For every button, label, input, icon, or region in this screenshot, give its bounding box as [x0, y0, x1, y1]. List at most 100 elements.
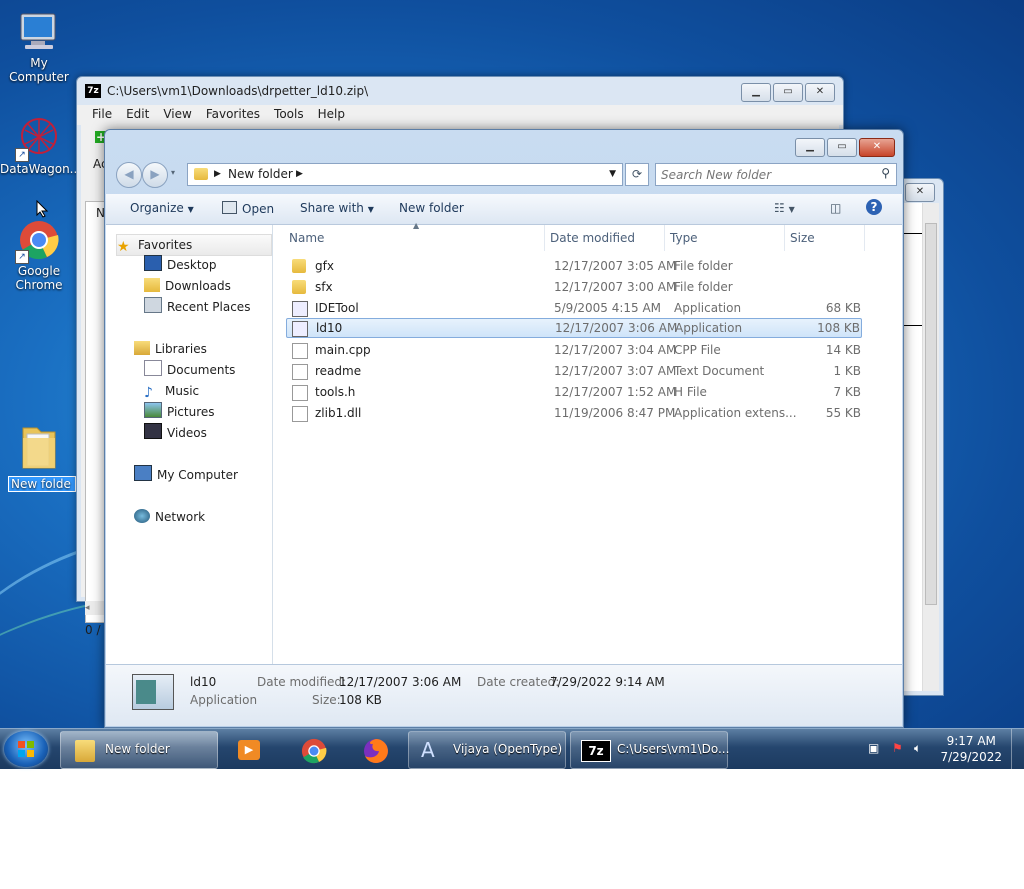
action-center-flag-icon[interactable]: ⚑: [892, 741, 906, 755]
column-divider[interactable]: [784, 225, 785, 251]
nav-libraries[interactable]: Libraries: [134, 339, 207, 359]
taskbar-button-sevenzip[interactable]: 7z C:\Users\vm1\Do...: [570, 731, 729, 769]
menu-file[interactable]: File: [85, 105, 119, 125]
taskbar-button-firefox[interactable]: [348, 731, 404, 769]
open-button[interactable]: Open: [222, 201, 274, 216]
column-header-date-modified[interactable]: Date modified: [550, 231, 635, 245]
show-desktop-button[interactable]: [1011, 729, 1024, 769]
share-with-button[interactable]: Share with ▼: [300, 201, 374, 215]
file-row-readme[interactable]: readme 12/17/2007 3:07 AM Text Document …: [287, 361, 861, 381]
nav-videos[interactable]: Videos: [144, 423, 207, 443]
desktop-icon: [144, 255, 162, 271]
minimize-button[interactable]: ▁: [795, 138, 825, 157]
file-name: ld10: [316, 321, 343, 335]
column-divider[interactable]: [864, 225, 865, 251]
file-row-gfx[interactable]: gfx 12/17/2007 3:05 AM File folder: [287, 256, 861, 276]
file-type: File folder: [674, 280, 733, 294]
file-row-idetool[interactable]: IDETool 5/9/2005 4:15 AM Application 68 …: [287, 298, 861, 318]
taskbar-button-media-player[interactable]: ▶: [222, 731, 278, 769]
new-folder-button[interactable]: New folder: [399, 201, 464, 215]
nav-my-computer[interactable]: My Computer: [134, 465, 238, 485]
document-icon: [292, 364, 308, 380]
shortcut-arrow-icon: ↗: [15, 148, 29, 162]
column-header-name[interactable]: Name: [289, 231, 324, 245]
file-row-sfx[interactable]: sfx 12/17/2007 3:00 AM File folder: [287, 277, 861, 297]
column-header-size[interactable]: Size: [790, 231, 815, 245]
nav-downloads[interactable]: Downloads: [144, 276, 231, 296]
nav-desktop[interactable]: Desktop: [144, 255, 217, 275]
menu-favorites[interactable]: Favorites: [199, 105, 267, 125]
document-area: [903, 203, 939, 691]
file-type: Application extens...: [674, 406, 797, 420]
taskbar-label: Vijaya (OpenType): [453, 742, 563, 756]
nav-network[interactable]: Network: [134, 507, 205, 527]
firefox-icon: [364, 739, 388, 763]
view-options-icon[interactable]: ☷ ▼: [774, 201, 795, 215]
breadcrumb[interactable]: New folder: [228, 164, 293, 185]
address-dropdown-icon[interactable]: ▼: [609, 164, 616, 185]
forward-button[interactable]: ▶: [142, 162, 168, 188]
share-with-label: Share with: [300, 201, 364, 215]
nav-favorites[interactable]: ★ Favorites: [116, 234, 272, 256]
close-button[interactable]: ✕: [805, 83, 835, 102]
file-date: 12/17/2007 3:05 AM: [554, 259, 677, 273]
breadcrumb-separator-icon[interactable]: ▶: [296, 164, 303, 185]
taskbar-button-vijaya[interactable]: A Vijaya (OpenType): [408, 731, 566, 769]
desktop-icon-my-computer[interactable]: My Computer: [0, 10, 78, 84]
nav-pictures[interactable]: Pictures: [144, 402, 215, 422]
nav-music[interactable]: ♪ Music: [144, 381, 199, 401]
vertical-scrollbar[interactable]: [922, 203, 939, 691]
details-size-label: Size:: [312, 693, 341, 707]
address-bar[interactable]: ▶ New folder ▶ ▼: [187, 163, 623, 186]
file-row-ld10[interactable]: ld10 12/17/2007 3:06 AM Application 108 …: [286, 318, 862, 338]
maximize-button[interactable]: ▭: [773, 83, 803, 102]
nav-label: Libraries: [155, 342, 207, 356]
details-pane: ld10 Application Date modified: 12/17/20…: [106, 664, 902, 726]
close-button[interactable]: ✕: [859, 138, 895, 157]
organize-button[interactable]: Organize ▼: [130, 201, 194, 215]
file-row-main-cpp[interactable]: main.cpp 12/17/2007 3:04 AM CPP File 14 …: [287, 340, 861, 360]
scrollbar-thumb[interactable]: [925, 223, 937, 605]
network-tray-icon[interactable]: ▣: [868, 741, 882, 755]
menu-tools[interactable]: Tools: [267, 105, 311, 125]
close-button[interactable]: ✕: [905, 183, 935, 202]
desktop-icon-google-chrome[interactable]: ↗ Google Chrome: [0, 218, 78, 292]
taskbar-button-chrome[interactable]: [286, 731, 342, 769]
start-button[interactable]: [4, 731, 48, 767]
file-name: tools.h: [315, 385, 356, 399]
menu-help[interactable]: Help: [311, 105, 352, 125]
desktop-icon-label-editing[interactable]: New folde: [8, 476, 76, 492]
maximize-button[interactable]: ▭: [827, 138, 857, 157]
explorer-window: ▁ ▭ ✕ ◀ ▶ ▾ ▶ New folder ▶ ▼ ⟳ ⚲ Organiz…: [104, 129, 904, 728]
search-icon[interactable]: ⚲: [881, 166, 890, 180]
preview-pane-icon[interactable]: ◫: [830, 201, 841, 215]
desktop-icon-datawagon[interactable]: ↗ DataWagon...: [0, 116, 81, 176]
column-divider[interactable]: [544, 225, 545, 251]
shortcut-arrow-icon: ↗: [15, 250, 29, 264]
refresh-button[interactable]: ⟳: [625, 163, 649, 186]
minimize-button[interactable]: ▁: [741, 83, 771, 102]
search-input[interactable]: [656, 164, 873, 185]
window-titlebar[interactable]: 7z C:\Users\vm1\Downloads\drpetter_ld10.…: [77, 77, 843, 105]
file-type: H File: [674, 385, 707, 399]
help-icon[interactable]: ?: [866, 199, 882, 215]
column-header-type[interactable]: Type: [670, 231, 698, 245]
folder-icon: [292, 280, 306, 294]
file-row-tools-h[interactable]: tools.h 12/17/2007 1:52 AM H File 7 KB: [287, 382, 861, 402]
file-row-zlib1-dll[interactable]: zlib1.dll 11/19/2006 8:47 PM Application…: [287, 403, 861, 423]
column-divider[interactable]: [664, 225, 665, 251]
breadcrumb-separator-icon[interactable]: ▶: [214, 164, 221, 185]
nav-recent-places[interactable]: Recent Places: [144, 297, 250, 317]
volume-icon[interactable]: 🔈︎: [914, 741, 928, 755]
back-button[interactable]: ◀: [116, 162, 142, 188]
taskbar-button-explorer[interactable]: New folder: [60, 731, 218, 769]
nav-documents[interactable]: Documents: [144, 360, 235, 380]
file-date: 11/19/2006 8:47 PM: [554, 406, 676, 420]
media-player-icon: ▶: [238, 740, 260, 760]
desktop-icon-new-folder[interactable]: New folde: [0, 422, 78, 492]
recent-pages-icon[interactable]: ▾: [171, 168, 175, 177]
menu-edit[interactable]: Edit: [119, 105, 156, 125]
clock[interactable]: 9:17 AM 7/29/2022: [940, 733, 1002, 765]
menu-view[interactable]: View: [156, 105, 198, 125]
folder-icon: [17, 422, 61, 469]
